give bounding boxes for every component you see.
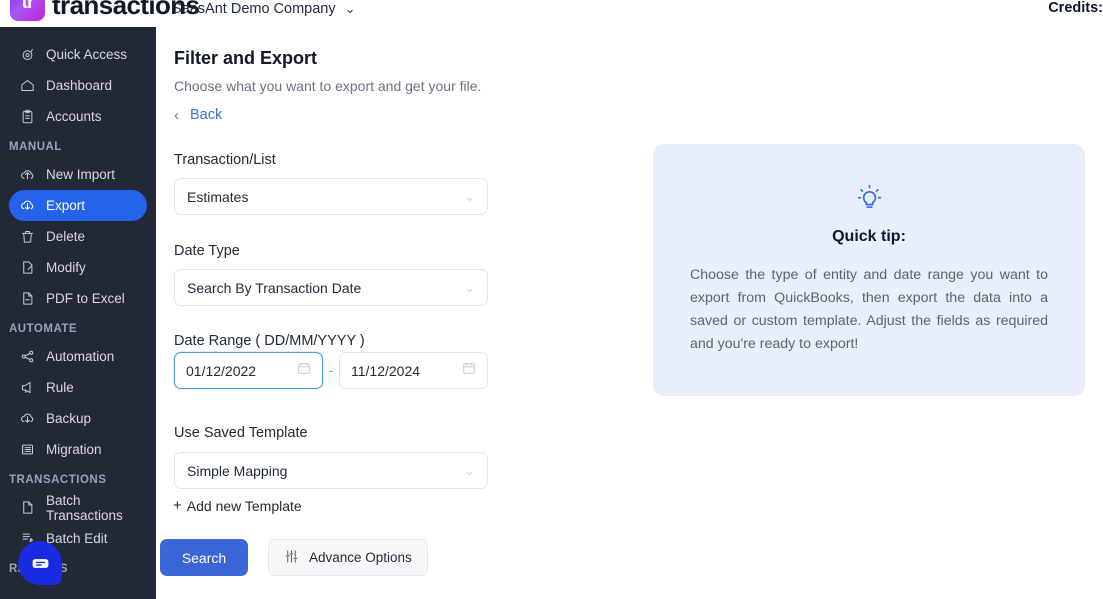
sidebar-group-automate: Automation Rule Backup Migration xyxy=(0,341,156,465)
calendar-icon[interactable] xyxy=(297,361,311,380)
back-button[interactable]: ‹ Back xyxy=(174,107,222,123)
date-type-select[interactable]: Search By Transaction Date ⌄ xyxy=(174,269,488,306)
chevron-left-icon: ‹ xyxy=(174,106,179,124)
trash-icon xyxy=(19,229,35,245)
page-subtitle: Choose what you want to export and get y… xyxy=(174,78,482,94)
cloud-upload-icon xyxy=(19,167,35,183)
sidebar-item-label: Accounts xyxy=(46,109,102,124)
home-icon xyxy=(19,78,35,94)
app-logo-icon: tr xyxy=(10,0,45,21)
sidebar-group-main: Quick Access Dashboard Accounts xyxy=(0,39,156,132)
megaphone-icon xyxy=(19,380,35,396)
cloud-download-icon xyxy=(19,198,35,214)
sidebar-item-label: Backup xyxy=(46,411,92,426)
date-from-input[interactable]: 01/12/2022 xyxy=(174,352,323,389)
date-type-value: Search By Transaction Date xyxy=(187,279,362,296)
chevron-down-icon: ⌄ xyxy=(344,1,356,16)
plus-icon: + xyxy=(173,497,182,514)
calendar-icon[interactable] xyxy=(462,361,476,380)
clipboard-icon xyxy=(19,109,35,125)
app-root: tr transactions SaasAnt Demo Company ⌄ C… xyxy=(0,0,1103,599)
target-icon xyxy=(19,47,35,63)
advance-options-label: Advance Options xyxy=(309,550,412,565)
file-edit-icon xyxy=(19,260,35,276)
credits-label: Credits: xyxy=(1048,0,1103,16)
date-to-value: 11/12/2024 xyxy=(351,362,421,379)
sidebar: Quick Access Dashboard Accounts MANUAL N… xyxy=(0,27,156,599)
date-type-label: Date Type xyxy=(174,243,240,259)
lightbulb-icon xyxy=(856,184,883,215)
saved-template-label: Use Saved Template xyxy=(174,425,308,441)
quick-tip-panel: Quick tip: Choose the type of entity and… xyxy=(653,144,1085,396)
advance-options-button[interactable]: Advance Options xyxy=(268,539,428,576)
chat-widget-button[interactable] xyxy=(18,541,62,585)
cloud-download-icon xyxy=(19,411,35,427)
date-range-row: 01/12/2022 - 11/12/2024 xyxy=(174,352,488,389)
sidebar-item-label: Automation xyxy=(46,349,115,364)
saved-template-select[interactable]: Simple Mapping ⌄ xyxy=(174,452,488,489)
add-new-template-label: Add new Template xyxy=(186,497,302,514)
sidebar-item-label: New Import xyxy=(46,167,116,182)
share-nodes-icon xyxy=(19,349,35,365)
quick-tip-body: Choose the type of entity and date range… xyxy=(690,267,1048,352)
sidebar-item-backup[interactable]: Backup xyxy=(9,403,147,434)
sidebar-item-accounts[interactable]: Accounts xyxy=(9,101,147,132)
sidebar-item-label: Migration xyxy=(46,442,102,457)
main-content: Filter and Export Choose what you want t… xyxy=(156,27,1103,599)
quick-tip-title: Quick tip: xyxy=(832,228,906,245)
sidebar-item-label: Rule xyxy=(46,380,74,395)
transaction-list-value: Estimates xyxy=(187,188,249,205)
sidebar-item-label: Quick Access xyxy=(46,47,128,62)
chevron-down-icon: ⌄ xyxy=(464,188,475,204)
sidebar-item-label: Batch Transactions xyxy=(46,492,123,523)
sidebar-section-automate: AUTOMATE xyxy=(9,323,78,335)
chevron-down-icon: ⌄ xyxy=(464,279,475,295)
file-icon xyxy=(19,500,35,516)
date-to-input[interactable]: 11/12/2024 xyxy=(339,352,488,389)
sidebar-item-modify[interactable]: Modify xyxy=(9,252,147,283)
saved-template-value: Simple Mapping xyxy=(187,462,288,479)
logo-glyph: tr xyxy=(21,0,35,13)
sidebar-item-pdf-to-excel[interactable]: PDF to Excel xyxy=(9,283,147,314)
add-new-template-button[interactable]: + Add new Template xyxy=(173,497,302,514)
sidebar-item-automation[interactable]: Automation xyxy=(9,341,147,372)
sidebar-item-label: Export xyxy=(46,198,86,213)
sidebar-item-new-import[interactable]: New Import xyxy=(9,159,147,190)
page-title: Filter and Export xyxy=(174,48,318,68)
sidebar-item-delete[interactable]: Delete xyxy=(9,221,147,252)
transaction-list-label: Transaction/List xyxy=(174,152,276,168)
file-pdf-icon xyxy=(19,291,35,307)
sidebar-item-label: Batch Edit xyxy=(46,531,108,546)
search-button[interactable]: Search xyxy=(160,539,248,576)
sidebar-item-export[interactable]: Export xyxy=(9,190,147,221)
company-name: SaasAnt Demo Company xyxy=(172,1,336,17)
sidebar-item-label: Dashboard xyxy=(46,78,113,93)
sidebar-item-dashboard[interactable]: Dashboard xyxy=(9,70,147,101)
transaction-list-select[interactable]: Estimates ⌄ xyxy=(174,178,488,215)
top-bar: tr transactions SaasAnt Demo Company ⌄ C… xyxy=(0,0,1103,27)
sidebar-item-label: Modify xyxy=(46,260,86,275)
date-range-separator: - xyxy=(328,363,334,378)
date-from-value: 01/12/2022 xyxy=(186,362,257,379)
sidebar-group-transactions: Batch Transactions Batch Edit xyxy=(0,492,156,554)
back-label: Back xyxy=(190,107,223,123)
sidebar-item-label: PDF to Excel xyxy=(46,291,125,306)
sidebar-section-transactions: TRANSACTIONS xyxy=(9,474,107,486)
date-range-label: Date Range ( DD/MM/YYYY ) xyxy=(174,333,365,349)
sidebar-item-migration[interactable]: Migration xyxy=(9,434,147,465)
sidebar-section-manual: MANUAL xyxy=(9,141,62,153)
chevron-down-icon: ⌄ xyxy=(464,462,475,478)
company-selector[interactable]: SaasAnt Demo Company ⌄ xyxy=(172,1,356,17)
action-button-row: Search Advance Options xyxy=(156,539,428,576)
sidebar-group-manual: New Import Export Delete Modify PDF to E… xyxy=(0,159,156,314)
sidebar-item-batch-transactions[interactable]: Batch Transactions xyxy=(9,492,147,523)
sliders-icon xyxy=(284,549,299,567)
sidebar-item-quick-access[interactable]: Quick Access xyxy=(9,39,147,70)
list-icon xyxy=(19,442,35,458)
sidebar-item-rule[interactable]: Rule xyxy=(9,372,147,403)
chat-bubble-icon xyxy=(32,558,48,568)
sidebar-item-label: Delete xyxy=(46,229,86,244)
